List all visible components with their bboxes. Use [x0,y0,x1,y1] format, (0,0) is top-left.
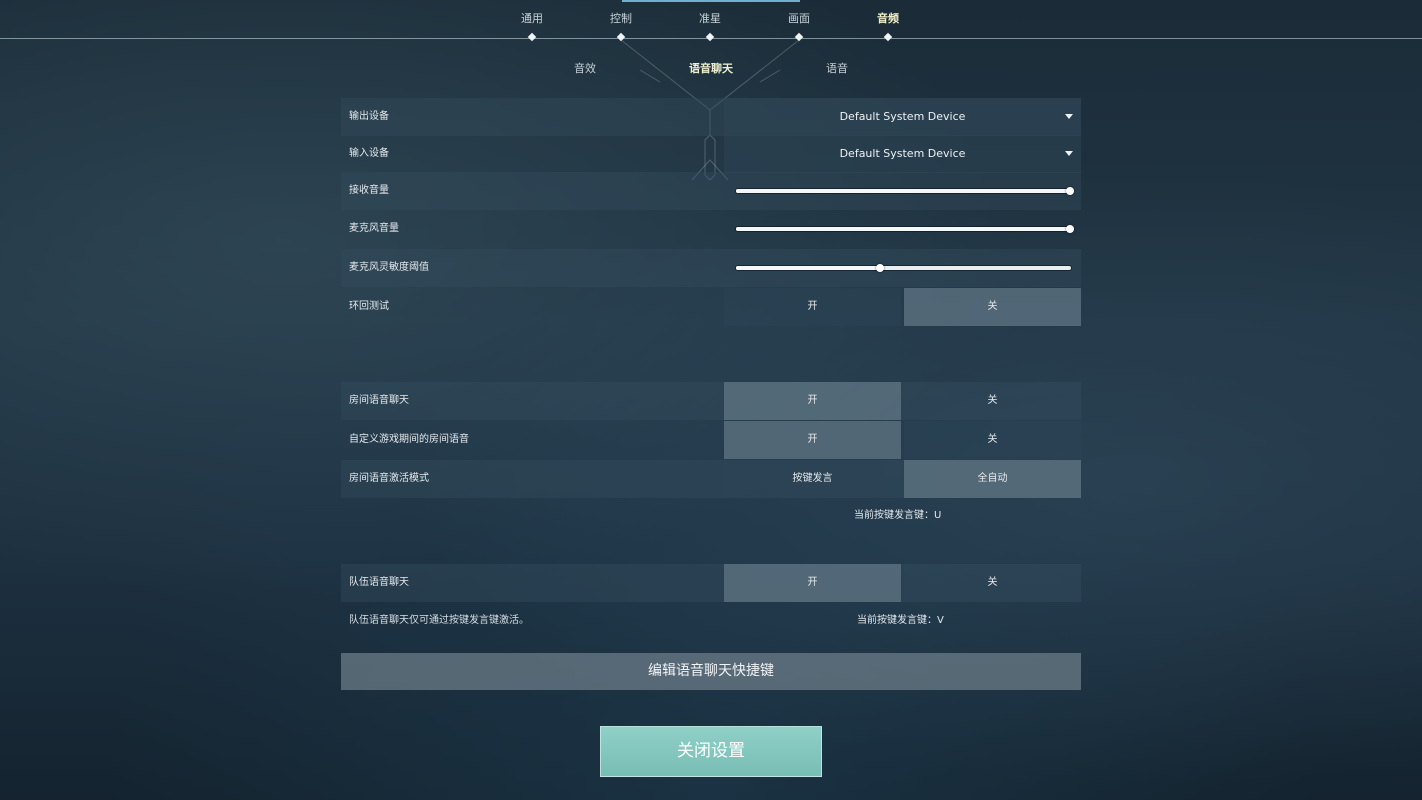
team-voice-on-button[interactable]: 开 [724,564,901,602]
subtab-voice-chat[interactable]: 语音聊天 [661,60,761,76]
loopback-off-button[interactable]: 关 [904,288,1081,326]
party-voice-on-button[interactable]: 开 [724,382,901,420]
input-device-dropdown[interactable]: Default System Device [724,135,1081,173]
incoming-volume-label: 接收音量 [349,185,389,196]
edit-voice-keybinds-button[interactable]: 编辑语音聊天快捷键 [341,653,1081,690]
slider-thumb[interactable] [876,264,885,272]
incoming-volume-row: 接收音量 [341,172,1081,210]
mic-threshold-row: 麦克风灵敏度阈值 [341,249,1081,287]
party-voice-off-button[interactable]: 关 [904,382,1081,420]
party-custom-on-button[interactable]: 开 [724,421,901,459]
mic-volume-slider[interactable] [736,225,1074,233]
tab-marker [527,32,537,42]
loopback-test-label: 环回测试 [349,301,389,312]
team-voice-note: 队伍语音聊天仅可通过按键发言键激活。 [349,615,529,626]
party-activation-row: 房间语音激活模式 按键发言 全自动 [341,460,1081,498]
mic-volume-row: 麦克风音量 [341,210,1081,248]
tab-controls[interactable]: 控制 [586,10,656,26]
tab-marker [883,32,893,42]
output-device-row: 输出设备 Default System Device [341,98,1081,136]
output-device-dropdown[interactable]: Default System Device [724,98,1081,136]
team-voice-label: 队伍语音聊天 [349,577,409,588]
input-device-row: 输入设备 Default System Device [341,135,1081,173]
input-device-value: Default System Device [839,147,966,160]
mic-volume-label: 麦克风音量 [349,223,399,234]
party-activation-label: 房间语音激活模式 [349,473,429,484]
tab-video[interactable]: 画面 [764,10,834,26]
slider-thumb[interactable] [1066,225,1074,233]
tab-audio[interactable]: 音频 [853,10,923,26]
top-nav: 通用 控制 准星 画面 音频 [0,0,1422,42]
output-device-value: Default System Device [839,110,966,123]
tab-marker [794,32,804,42]
output-device-label: 输出设备 [349,111,389,122]
chevron-down-icon [1065,151,1073,156]
active-tab-indicator [622,0,800,2]
party-custom-label: 自定义游戏期间的房间语音 [349,434,469,445]
subtab-sound-effects[interactable]: 音效 [535,60,635,76]
party-custom-off-button[interactable]: 关 [904,421,1081,459]
mic-threshold-label: 麦克风灵敏度阈值 [349,262,429,273]
push-to-talk-button[interactable]: 按键发言 [724,460,901,498]
mic-threshold-slider[interactable] [736,264,1071,272]
slider-fill [736,266,881,270]
automatic-button[interactable]: 全自动 [904,460,1081,498]
slider-thumb[interactable] [1066,187,1074,195]
tab-crosshair[interactable]: 准星 [675,10,745,26]
team-ptt-key-info: 当前按键发言键：V [857,615,944,626]
party-voice-row: 房间语音聊天 开 关 [341,382,1081,420]
slider-fill [736,189,1071,193]
chevron-down-icon [1065,114,1073,119]
party-voice-label: 房间语音聊天 [349,395,409,406]
party-custom-row: 自定义游戏期间的房间语音 开 关 [341,421,1081,459]
tab-marker [705,32,715,42]
tab-marker [616,32,626,42]
input-device-label: 输入设备 [349,148,389,159]
party-ptt-key-info: 当前按键发言键：U [854,510,942,521]
incoming-volume-slider[interactable] [736,187,1074,195]
tab-general[interactable]: 通用 [497,10,567,26]
loopback-on-button[interactable]: 开 [724,288,901,326]
team-voice-row: 队伍语音聊天 开 关 [341,564,1081,602]
slider-fill [736,227,1071,231]
loopback-test-row: 环回测试 开 关 [341,288,1081,326]
team-voice-off-button[interactable]: 关 [904,564,1081,602]
subtab-voice[interactable]: 语音 [787,60,887,76]
close-settings-button[interactable]: 关闭设置 [600,726,822,777]
